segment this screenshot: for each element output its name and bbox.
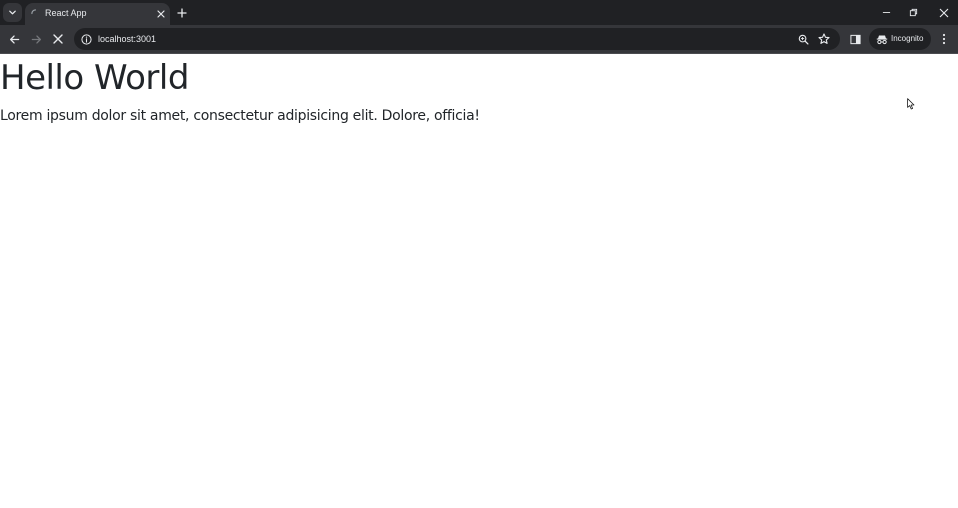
restore-button[interactable]	[907, 6, 920, 19]
side-panel-icon	[849, 34, 861, 44]
back-button[interactable]	[7, 32, 21, 46]
window-close-button[interactable]	[937, 6, 950, 19]
star-icon	[818, 33, 830, 44]
loading-spinner-icon	[31, 9, 37, 15]
zoom-in-icon	[798, 34, 809, 45]
close-icon	[53, 34, 63, 44]
site-info-button[interactable]	[80, 33, 92, 45]
tab-close-button[interactable]	[155, 8, 166, 19]
browser-toolbar: localhost:3001 Incognito	[0, 25, 958, 53]
tab-strip: React App	[0, 0, 958, 25]
tab-search-button[interactable]	[3, 3, 22, 22]
url-text[interactable]: localhost:3001	[98, 33, 156, 45]
info-icon	[80, 33, 92, 45]
incognito-label: Incognito	[891, 34, 924, 43]
restore-icon	[909, 8, 918, 17]
minimize-button[interactable]	[880, 6, 893, 19]
minimize-icon	[882, 12, 891, 13]
arrow-right-icon	[31, 34, 41, 44]
page-paragraph: Lorem ipsum dolor sit amet, consectetur …	[0, 108, 480, 124]
bookmark-button[interactable]	[818, 33, 830, 45]
new-tab-button[interactable]	[175, 6, 188, 19]
mouse-cursor-icon	[907, 98, 915, 110]
chevron-down-icon	[9, 10, 16, 15]
incognito-profile-button[interactable]: Incognito	[869, 28, 931, 50]
close-icon	[939, 8, 948, 17]
close-icon	[156, 9, 165, 18]
address-bar[interactable]: localhost:3001	[74, 28, 840, 50]
tab-react-app[interactable]: React App	[25, 3, 170, 25]
tab-title: React App	[45, 8, 87, 18]
browser-window: React App localhost:3001 Incognito Hello…	[0, 0, 958, 508]
more-vertical-icon	[942, 33, 946, 45]
side-panel-button[interactable]	[849, 33, 861, 45]
plus-icon	[176, 7, 187, 18]
incognito-icon-wrap	[876, 33, 888, 45]
browser-menu-button[interactable]	[938, 32, 950, 46]
page-viewport: Hello World Lorem ipsum dolor sit amet, …	[0, 54, 958, 508]
forward-button[interactable]	[29, 32, 43, 46]
stop-loading-button[interactable]	[51, 32, 65, 46]
page-heading: Hello World	[0, 58, 189, 98]
zoom-button[interactable]	[797, 33, 809, 45]
incognito-icon	[876, 35, 888, 44]
arrow-left-icon	[9, 34, 19, 44]
